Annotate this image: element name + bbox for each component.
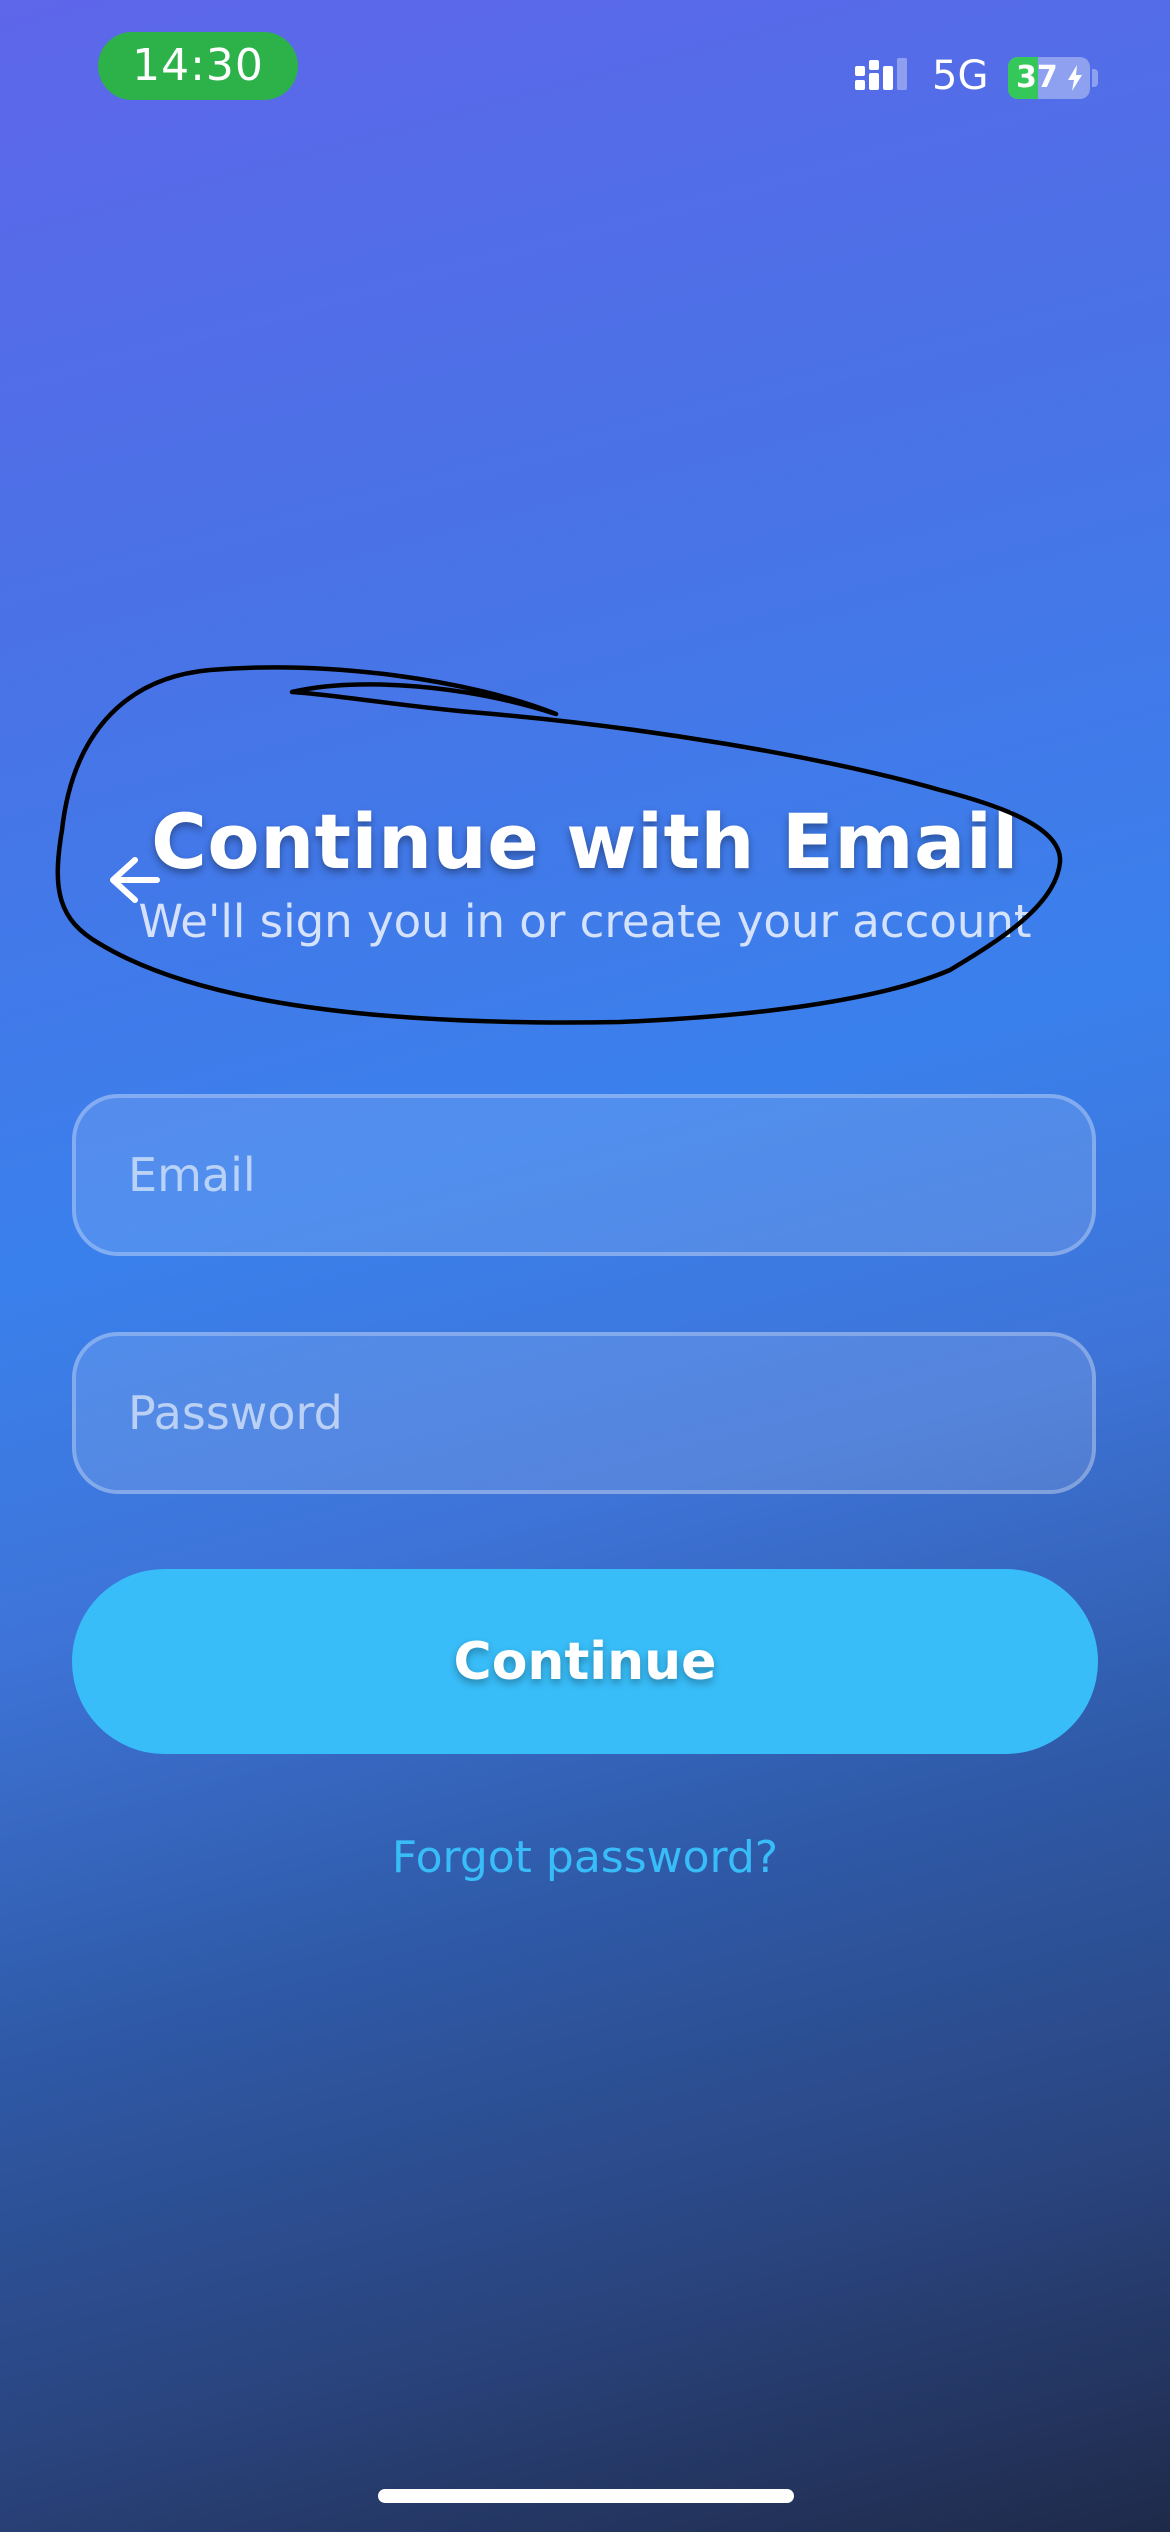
page-title: Continue with Email [151, 797, 1019, 886]
email-input[interactable] [76, 1098, 1092, 1252]
battery-indicator: 37 [1008, 57, 1090, 99]
home-indicator[interactable] [378, 2489, 794, 2503]
battery-cap [1092, 69, 1098, 87]
battery-level: 37 [1016, 60, 1058, 95]
lightning-bolt-icon [1068, 65, 1082, 91]
status-time: 14:30 [98, 32, 298, 100]
email-field[interactable] [72, 1094, 1096, 1256]
forgot-password-link[interactable]: Forgot password? [0, 1828, 1170, 1888]
status-bar: 14:30 5G 37 [0, 0, 1170, 150]
password-input[interactable] [76, 1336, 1092, 1490]
email-sign-in-screen: 14:30 5G 37 Continue with Email We'll si… [0, 0, 1170, 2532]
network-type: 5G [932, 53, 989, 99]
continue-button[interactable]: Continue [72, 1569, 1098, 1754]
page-subtitle: We'll sign you in or create your account [138, 895, 1032, 948]
cellular-signal-icon [855, 58, 907, 90]
password-field[interactable] [72, 1332, 1096, 1494]
